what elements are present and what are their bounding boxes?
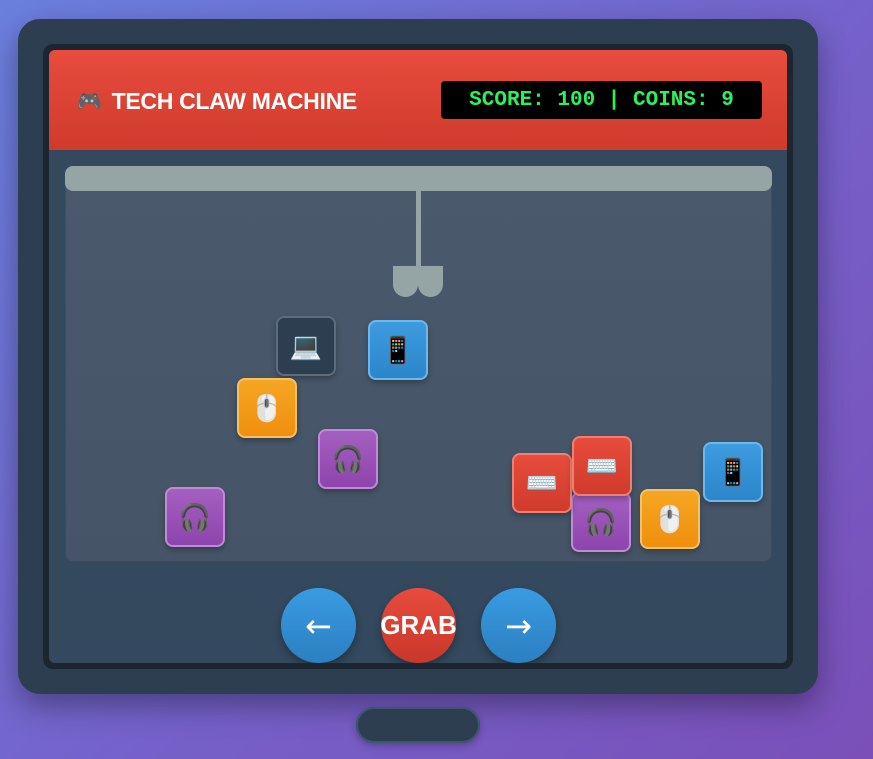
game-title-text: TECH CLAW MACHINE bbox=[111, 88, 358, 114]
prize-mouse: 🖱️ bbox=[640, 489, 700, 549]
coin-slot[interactable] bbox=[356, 707, 480, 743]
control-panel: ← GRAB → bbox=[49, 575, 787, 663]
screen-bezel: 🎮 TECH CLAW MACHINE SCORE: 100 | COINS: … bbox=[43, 44, 793, 669]
tablet-icon: 📱 bbox=[381, 334, 415, 365]
claw-rail bbox=[65, 166, 772, 191]
prize-playfield: 💻 📱 🖱️ 🎧 🎧 ⌨️ ⌨️ 🎧 🖱️ 📱 bbox=[65, 166, 772, 562]
keyboard-icon: ⌨️ bbox=[585, 450, 619, 481]
game-header: 🎮 TECH CLAW MACHINE SCORE: 100 | COINS: … bbox=[49, 50, 787, 150]
move-left-button[interactable]: ← bbox=[281, 588, 356, 663]
mouse-icon: 🖱️ bbox=[653, 503, 687, 534]
score-display: SCORE: 100 | COINS: 9 bbox=[441, 81, 762, 119]
grab-button[interactable]: GRAB bbox=[380, 588, 457, 663]
prize-keyboard: ⌨️ bbox=[572, 436, 632, 496]
game-controller-icon: 🎮 bbox=[77, 91, 102, 113]
claw-left-finger bbox=[393, 266, 418, 297]
prize-laptop: 💻 bbox=[276, 316, 336, 376]
prize-headphones: 🎧 bbox=[571, 492, 631, 552]
prize-headphones: 🎧 bbox=[165, 487, 225, 547]
headphones-icon: 🎧 bbox=[178, 501, 212, 532]
prize-mouse: 🖱️ bbox=[237, 378, 297, 438]
game-title: 🎮 TECH CLAW MACHINE bbox=[77, 88, 357, 115]
headphones-icon: 🎧 bbox=[331, 443, 365, 474]
tablet-icon: 📱 bbox=[716, 456, 750, 487]
move-right-button[interactable]: → bbox=[481, 588, 556, 663]
claw-machine-cabinet: 🎮 TECH CLAW MACHINE SCORE: 100 | COINS: … bbox=[18, 19, 818, 694]
prize-tablet: 📱 bbox=[368, 320, 428, 380]
prize-keyboard: ⌨️ bbox=[512, 453, 572, 513]
claw bbox=[393, 266, 443, 297]
game-screen: 🎮 TECH CLAW MACHINE SCORE: 100 | COINS: … bbox=[49, 50, 787, 663]
mouse-icon: 🖱️ bbox=[250, 392, 284, 423]
claw-right-finger bbox=[418, 266, 443, 297]
prize-headphones: 🎧 bbox=[318, 429, 378, 489]
laptop-icon: 💻 bbox=[289, 330, 323, 361]
headphones-icon: 🎧 bbox=[584, 506, 618, 537]
keyboard-icon: ⌨️ bbox=[525, 467, 559, 498]
prize-tablet: 📱 bbox=[703, 442, 763, 502]
claw-cable bbox=[416, 191, 421, 267]
